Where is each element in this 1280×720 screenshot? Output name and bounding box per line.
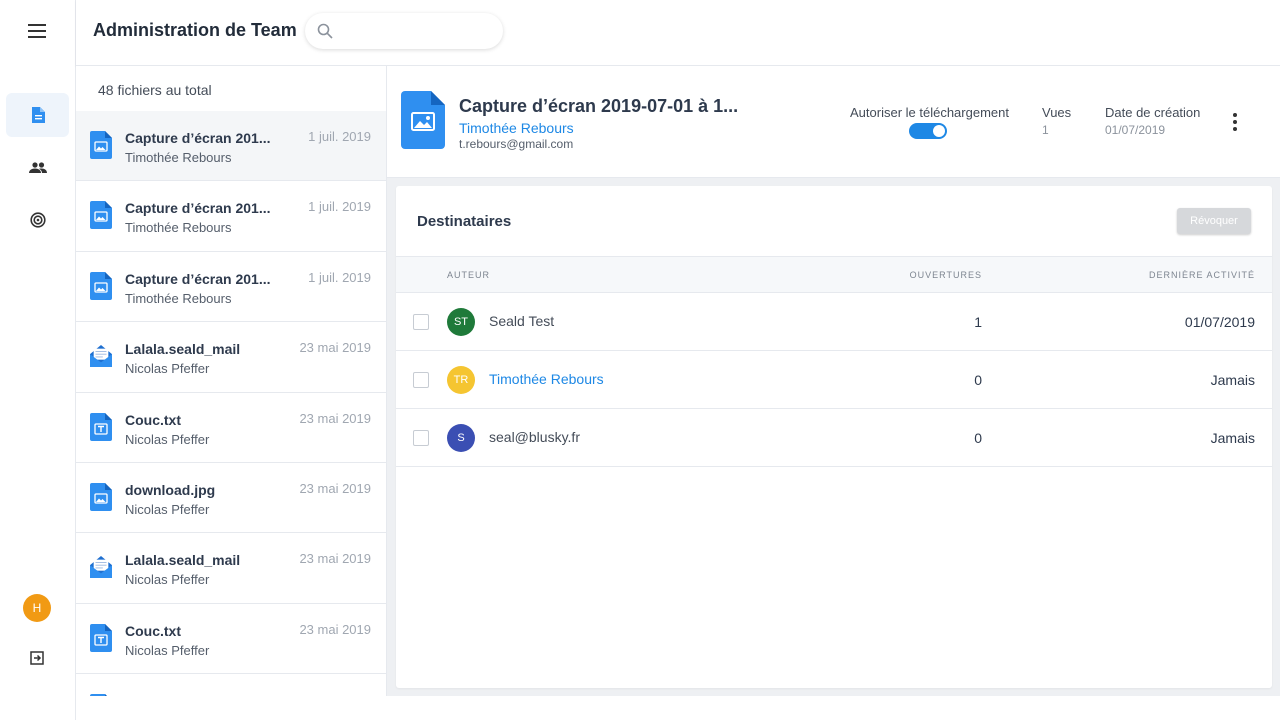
image-file-icon <box>90 131 112 159</box>
file-date: 23 mai 2019 <box>299 621 371 637</box>
recipient-name: Seald Test <box>489 313 555 329</box>
file-count: 48 fichiers au total <box>98 82 212 98</box>
user-avatar[interactable]: H <box>23 594 51 622</box>
file-owner: Nicolas Pfeffer <box>125 431 210 447</box>
recipient-avatar: S <box>447 424 475 452</box>
file-icon <box>31 107 45 123</box>
menu-icon[interactable] <box>22 20 54 44</box>
file-list-item[interactable]: Lalala.seald_mail Nicolas Pfeffer 23 mai 2… <box>76 533 386 604</box>
file-owner-link[interactable]: Timothée Rebours <box>459 120 574 136</box>
file-name: Capture d’écran 201... <box>125 200 271 217</box>
recipient-opens: 1 <box>974 314 982 330</box>
file-owner: Nicolas Pfeffer <box>125 642 210 658</box>
revoke-button[interactable]: Révoquer <box>1177 208 1251 234</box>
file-date: 1 juil. 2019 <box>308 129 371 144</box>
download-toggle[interactable] <box>909 123 947 139</box>
file-detail-header: Capture d’écran 2019-07-01 à 1... Timoth… <box>387 66 1280 178</box>
text-file-icon <box>90 412 112 441</box>
logout-button[interactable] <box>26 647 48 669</box>
file-date: 1 juil. 2019 <box>308 269 371 285</box>
file-date: 23 mai 2019 <box>299 340 371 356</box>
recipient-last-activity: 01/07/2019 <box>1184 314 1255 330</box>
search-icon <box>317 23 333 39</box>
recipients-title: Destinataires <box>417 213 512 230</box>
file-name: Capture d’écran 201... <box>125 130 271 146</box>
recipient-last-activity: Jamais <box>1210 430 1255 446</box>
file-date: 23 mai 2019 <box>299 480 371 496</box>
file-owner: Nicolas Pfeffer <box>125 501 210 517</box>
recipient-avatar: TR <box>447 366 475 394</box>
image-file-icon <box>90 482 112 511</box>
file-items: Capture d’écran 201... Timothée Rebours 1 … <box>76 111 386 696</box>
file-list-item[interactable] <box>76 674 386 696</box>
file-date: 1 juil. 2019 <box>308 199 371 215</box>
file-owner: Timothée Rebours <box>125 290 232 306</box>
app-header: Administration de Team <box>76 0 1280 66</box>
mail-file-icon <box>90 553 112 581</box>
file-list-item[interactable]: Capture d’écran 201... Timothée Rebours 1 … <box>76 111 386 182</box>
image-file-icon <box>90 201 112 230</box>
file-list-item[interactable]: Lalala.seald_mail Nicolas Pfeffer 23 mai 2… <box>76 322 386 393</box>
recipient-opens: 0 <box>974 372 982 388</box>
table-row: ST Seald Test 1 01/07/2019 <box>396 293 1272 351</box>
mail-file-icon <box>90 342 112 370</box>
file-list-item[interactable]: download.jpg Nicolas Pfeffer 23 mai 2019 <box>76 463 386 534</box>
sidebar-item-activity[interactable] <box>6 198 69 242</box>
file-name: Couc.txt <box>125 622 181 639</box>
nav-rail: H <box>0 0 76 720</box>
row-checkbox[interactable] <box>413 314 429 330</box>
recipient-last-activity: Jamais <box>1210 372 1255 388</box>
file-name: Couc.txt <box>125 411 181 428</box>
page-title: Administration de Team <box>93 20 297 40</box>
file-list-item[interactable]: Couc.txt Nicolas Pfeffer 23 mai 2019 <box>76 393 386 463</box>
file-name: Lalala.seald_mail <box>125 341 241 358</box>
file-list-item[interactable]: Capture d’écran 201... Timothée Rebours 1 … <box>76 252 386 323</box>
row-checkbox[interactable] <box>413 372 429 388</box>
file-date: 23 mai 2019 <box>299 410 371 426</box>
radar-icon <box>29 212 46 228</box>
logout-icon <box>30 651 44 665</box>
created-value: 01/07/2019 <box>1105 123 1166 137</box>
file-owner: Nicolas Pfeffer <box>125 572 210 588</box>
column-last-activity: DERNIÈRE ACTIVITÉ <box>1148 270 1255 280</box>
row-checkbox[interactable] <box>413 430 429 446</box>
users-icon <box>28 162 47 173</box>
image-file-icon <box>90 271 112 300</box>
views-label: Vues <box>1042 105 1072 120</box>
toggle-knob <box>933 125 945 137</box>
recipient-avatar: ST <box>447 308 475 336</box>
table-row: TR Timothée Rebours 0 Jamais <box>396 351 1272 409</box>
image-file-icon <box>90 694 112 696</box>
file-date: 23 mai 2019 <box>299 551 371 567</box>
file-owner: Nicolas Pfeffer <box>125 361 210 377</box>
text-file-icon <box>90 623 112 652</box>
file-title: Capture d’écran 2019-07-01 à 1... <box>459 96 739 116</box>
sidebar-item-files[interactable] <box>6 93 69 137</box>
file-name: Lalala.seald_mail <box>125 552 241 569</box>
column-author: AUTEUR <box>447 270 491 280</box>
recipient-name[interactable]: Timothée Rebours <box>489 371 604 387</box>
image-file-icon <box>401 91 445 149</box>
file-owner: Timothée Rebours <box>125 220 232 236</box>
file-owner-email: t.rebours@gmail.com <box>459 137 574 151</box>
search-box[interactable] <box>305 13 503 49</box>
file-list-item[interactable]: Capture d’écran 201... Timothée Rebours 1 … <box>76 181 386 252</box>
file-name: download.jpg <box>125 481 216 498</box>
search-input[interactable] <box>341 23 491 39</box>
file-owner: Timothée Rebours <box>125 150 232 165</box>
views-value: 1 <box>1042 123 1049 137</box>
created-label: Date de création <box>1105 105 1201 120</box>
table-row: Sseal@blusky.fr 0 Jamais <box>396 409 1272 467</box>
sidebar-item-users[interactable] <box>6 146 69 190</box>
recipient-name: seal@blusky.fr <box>489 429 580 445</box>
recipient-opens: 0 <box>974 430 982 446</box>
table-header: AUTEUR OUVERTURES DERNIÈRE ACTIVITÉ <box>396 256 1272 293</box>
download-label: Autoriser le téléchargement <box>850 105 1009 120</box>
column-opens: OUVERTURES <box>909 270 982 280</box>
file-name: Capture d’écran 201... <box>125 270 271 287</box>
file-list: 48 fichiers au total Capture d’écran 201… <box>76 66 387 696</box>
recipients-panel: Destinataires Révoquer AUTEUR OUVERTURES… <box>396 186 1272 688</box>
file-list-item[interactable]: Couc.txt Nicolas Pfeffer 23 mai 2019 <box>76 604 386 675</box>
more-options-icon[interactable] <box>1225 112 1245 132</box>
